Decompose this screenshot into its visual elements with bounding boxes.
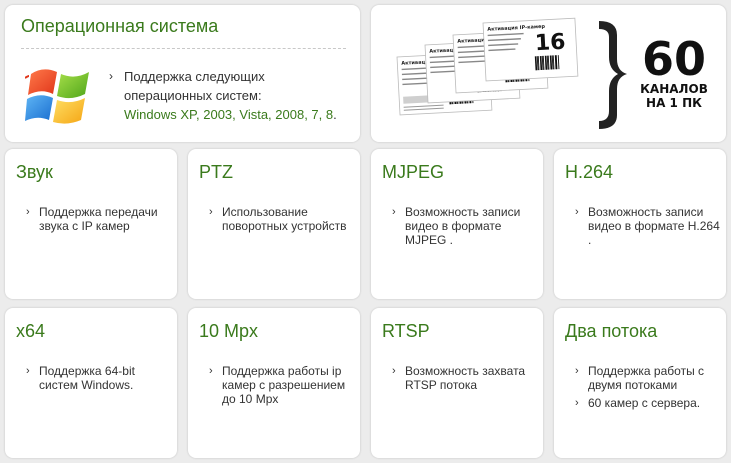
chevron-right-icon: › (109, 69, 113, 83)
feature-card-ptz: PTZ › Использование поворотных устройств (188, 149, 360, 299)
feature-text: Поддержка работы ip камер с разрешением … (222, 364, 346, 406)
feature-text: 60 камер с сервера. (588, 396, 701, 410)
chevron-right-icon: › (392, 365, 396, 377)
promo-card: Активация IP-камер1690Активация IP-камер… (371, 5, 726, 142)
chevron-right-icon: › (209, 365, 213, 377)
os-versions: Windows XP, 2003, Vista, 2008, 7, 8 (124, 107, 334, 122)
feature-item: › Поддержка передачи звука с IP камер (19, 205, 171, 233)
feature-list: › Возможность записи видео в формате H.26… (568, 205, 720, 251)
chevron-right-icon: › (209, 206, 213, 218)
feature-title: 10 Mpx (199, 321, 259, 341)
activation-ticket: Активация IP-камер16 (482, 17, 579, 82)
os-card-divider (21, 48, 346, 49)
os-text-line1: Поддержка следующих (124, 69, 265, 84)
feature-list: › Поддержка работы с двумя потоками › 60 к… (568, 364, 720, 414)
feature-list: › Поддержка работы ip камер с разрешением… (202, 364, 354, 410)
os-card-title: Операционная система (21, 16, 219, 36)
feature-title: Звук (16, 162, 53, 182)
feature-item: › Поддержка 64-bit систем Windows. (19, 364, 171, 392)
feature-text: Возможность захвата RTSP потока (405, 364, 526, 392)
feature-title: x64 (16, 321, 46, 341)
chevron-right-icon: › (575, 397, 579, 409)
chevron-right-icon: › (26, 365, 30, 377)
channels-caption-2: НА 1 ПК (646, 96, 702, 110)
feature-list: › Возможность захвата RTSP потока (385, 364, 537, 396)
feature-item: › Поддержка работы ip камер с разрешением… (202, 364, 354, 406)
feature-card-10mpx: 10 Mpx › Поддержка работы ip камер с разр… (188, 308, 360, 458)
feature-text: Поддержка работы с двумя потоками (588, 364, 705, 392)
feature-title: PTZ (199, 162, 233, 182)
feature-list: › Возможность записи видео в формате MJPE… (385, 205, 537, 251)
feature-title: RTSP (382, 321, 430, 341)
promo-illustration: Активация IP-камер1690Активация IP-камер… (396, 17, 708, 129)
feature-title: Два потока (565, 321, 658, 341)
os-text-line2: операционных систем: (124, 88, 262, 103)
brace-icon (599, 21, 627, 129)
feature-text: Поддержка передачи звука с IP камер (39, 205, 158, 233)
feature-title: H.264 (565, 162, 614, 182)
feature-item: › Возможность записи видео в формате H.26… (568, 205, 720, 247)
feature-text: Возможность записи видео в формате MJPEG… (405, 205, 521, 247)
channel-count: 60 (642, 32, 706, 86)
feature-item: › Возможность захвата RTSP потока (385, 364, 537, 392)
feature-card-mjpeg: MJPEG › Возможность записи видео в формат… (371, 149, 543, 299)
ticket-number: 16 (534, 30, 566, 57)
feature-item: › Возможность записи видео в формате MJPE… (385, 205, 537, 247)
channels-caption-1: КАНАЛОВ (640, 82, 708, 96)
feature-list: › Поддержка передачи звука с IP камер (19, 205, 171, 237)
feature-item: › Поддержка работы с двумя потоками (568, 364, 720, 392)
feature-text: Возможность записи видео в формате H.264… (588, 205, 720, 247)
feature-item: › Использование поворотных устройств (202, 205, 354, 233)
feature-card-rtsp: RTSP › Возможность захвата RTSP потока (371, 308, 543, 458)
feature-card-x64: x64 › Поддержка 64-bit систем Windows. (5, 308, 177, 458)
windows-flag-icon (25, 69, 89, 124)
feature-text: Использование поворотных устройств (222, 205, 347, 233)
os-versions-end: . (333, 107, 337, 122)
chevron-right-icon: › (26, 206, 30, 218)
feature-title: MJPEG (382, 162, 445, 182)
activation-tickets: Активация IP-камер1690Активация IP-камер… (396, 17, 579, 116)
chevron-right-icon: › (575, 365, 579, 377)
chevron-right-icon: › (392, 206, 396, 218)
feature-card-h264: H.264 › Возможность записи видео в формат… (554, 149, 726, 299)
feature-card-sound: Звук › Поддержка передачи звука с IP каме… (5, 149, 177, 299)
os-card: Операционная система › Поддержка следующ… (5, 5, 360, 142)
feature-list: › Поддержка 64-bit систем Windows. (19, 364, 171, 396)
chevron-right-icon: › (575, 206, 579, 218)
feature-text: Поддержка 64-bit систем Windows. (39, 364, 135, 392)
feature-list: › Использование поворотных устройств (202, 205, 354, 237)
feature-item: › 60 камер с сервера. (568, 396, 720, 410)
os-support-text: › Поддержка следующих операционных систе… (109, 67, 359, 124)
feature-card-two-streams: Два потока › Поддержка работы с двумя пот… (554, 308, 726, 458)
